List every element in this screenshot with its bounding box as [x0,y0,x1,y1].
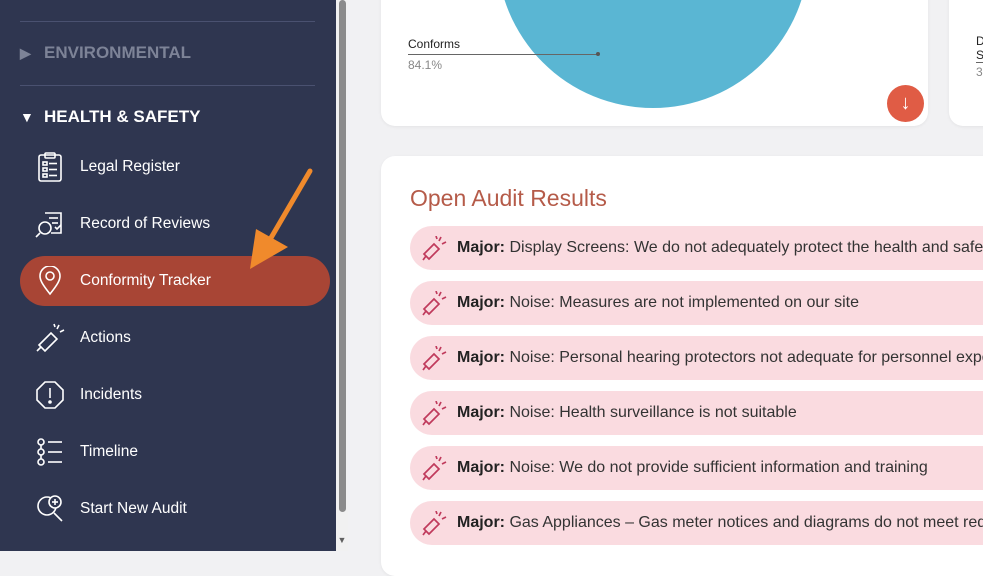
clipboard-list-icon [34,151,66,183]
search-plus-icon [34,493,66,525]
megaphone-icon [422,511,447,536]
megaphone-icon [422,401,447,426]
audit-result-item[interactable]: Major: Display Screens: We do not adequa… [410,226,983,270]
audit-result-item[interactable]: Major: Noise: We do not provide sufficie… [410,446,983,490]
timeline-list-icon [34,436,66,468]
megaphone-icon [422,236,447,261]
sidebar-item-label: Actions [80,329,131,346]
sidebar: ▶ ENVIRONMENTAL ▼ HEALTH & SAFETY Legal … [0,0,336,551]
audit-description: Gas Appliances – Gas meter notices and d… [509,514,983,531]
megaphone-icon [34,322,66,354]
audit-result-item[interactable]: Major: Noise: Measures are not implement… [410,281,983,325]
audit-result-text: Major: Gas Appliances – Gas meter notice… [457,514,983,532]
megaphone-icon [422,456,447,481]
alert-octagon-icon [34,379,66,411]
audit-result-text: Major: Display Screens: We do not adequa… [457,239,983,257]
pie-label-percent: 84.1% [408,58,443,72]
section-label: ENVIRONMENTAL [44,43,192,62]
arrow-down-icon: ↓ [900,92,911,114]
card-text: 3 [976,65,983,79]
audit-description: Noise: Personal hearing protectors not a… [509,349,983,366]
severity-label: Major: [457,404,505,421]
section-health-safety[interactable]: ▼ HEALTH & SAFETY [20,107,200,127]
audit-description: Display Screens: We do not adequately pr… [509,239,983,256]
leader-line [976,62,983,63]
caret-down-icon: ▼ [20,109,34,125]
pie-label-conforms: Conforms [408,37,461,51]
sidebar-item-label: Timeline [80,443,138,460]
secondary-chart-card: D S 3 [949,0,983,126]
review-search-icon [34,208,66,240]
sidebar-item-label: Legal Register [80,158,180,175]
conformity-chart-card: Conforms 84.1% ↓ [381,0,928,126]
caret-right-icon: ▶ [20,44,31,61]
audit-description: Noise: Health surveillance is not suitab… [509,404,797,421]
pie-label-leader-dot [596,52,600,56]
map-pin-icon [34,265,66,297]
partial-icon [30,0,70,6]
scrollbar-thumb[interactable] [339,0,346,512]
severity-label: Major: [457,349,505,366]
card-text: D [976,34,983,48]
sidebar-item-label: Start New Audit [80,500,187,517]
download-button[interactable]: ↓ [887,85,924,122]
pie-label-leader-line [408,54,598,55]
card-text: S [976,48,983,62]
audit-result-text: Major: Noise: Health surveillance is not… [457,404,797,422]
sidebar-item-record-of-reviews[interactable]: Record of Reviews [20,199,330,249]
sidebar-item-incidents[interactable]: Incidents [20,370,330,420]
severity-label: Major: [457,514,505,531]
audit-result-item[interactable]: Major: Noise: Health surveillance is not… [410,391,983,435]
audit-description: Noise: We do not provide sufficient info… [509,459,928,476]
audit-result-item[interactable]: Major: Noise: Personal hearing protector… [410,336,983,380]
scroll-down-arrow-icon[interactable]: ▼ [337,534,347,546]
severity-label: Major: [457,294,505,311]
section-label: HEALTH & SAFETY [44,107,201,126]
divider [20,85,315,86]
sidebar-item-label: Conformity Tracker [80,272,211,289]
sidebar-item-legal-register[interactable]: Legal Register [20,142,330,192]
sidebar-item-conformity-tracker[interactable]: Conformity Tracker [20,256,330,306]
audit-result-text: Major: Noise: Measures are not implement… [457,294,859,312]
sidebar-item-actions[interactable]: Actions [20,313,330,363]
section-title: Open Audit Results [410,185,607,211]
severity-label: Major: [457,459,505,476]
megaphone-icon [422,346,447,371]
sidebar-item-label: Incidents [80,386,143,403]
audit-result-text: Major: Noise: We do not provide sufficie… [457,459,928,477]
audit-result-text: Major: Noise: Personal hearing protector… [457,349,983,367]
sidebar-item-timeline[interactable]: Timeline [20,427,330,477]
sidebar-item-start-new-audit[interactable]: Start New Audit [20,484,330,534]
sidebar-item-label: Record of Reviews [80,215,211,232]
megaphone-icon [422,291,447,316]
open-audit-results-card: Open Audit Results Major: Display Screen… [381,156,983,576]
severity-label: Major: [457,239,505,256]
audit-result-item[interactable]: Major: Gas Appliances – Gas meter notice… [410,501,983,545]
audit-description: Noise: Measures are not implemented on o… [509,294,859,311]
divider [20,21,315,22]
section-environmental[interactable]: ▶ ENVIRONMENTAL [20,43,191,63]
